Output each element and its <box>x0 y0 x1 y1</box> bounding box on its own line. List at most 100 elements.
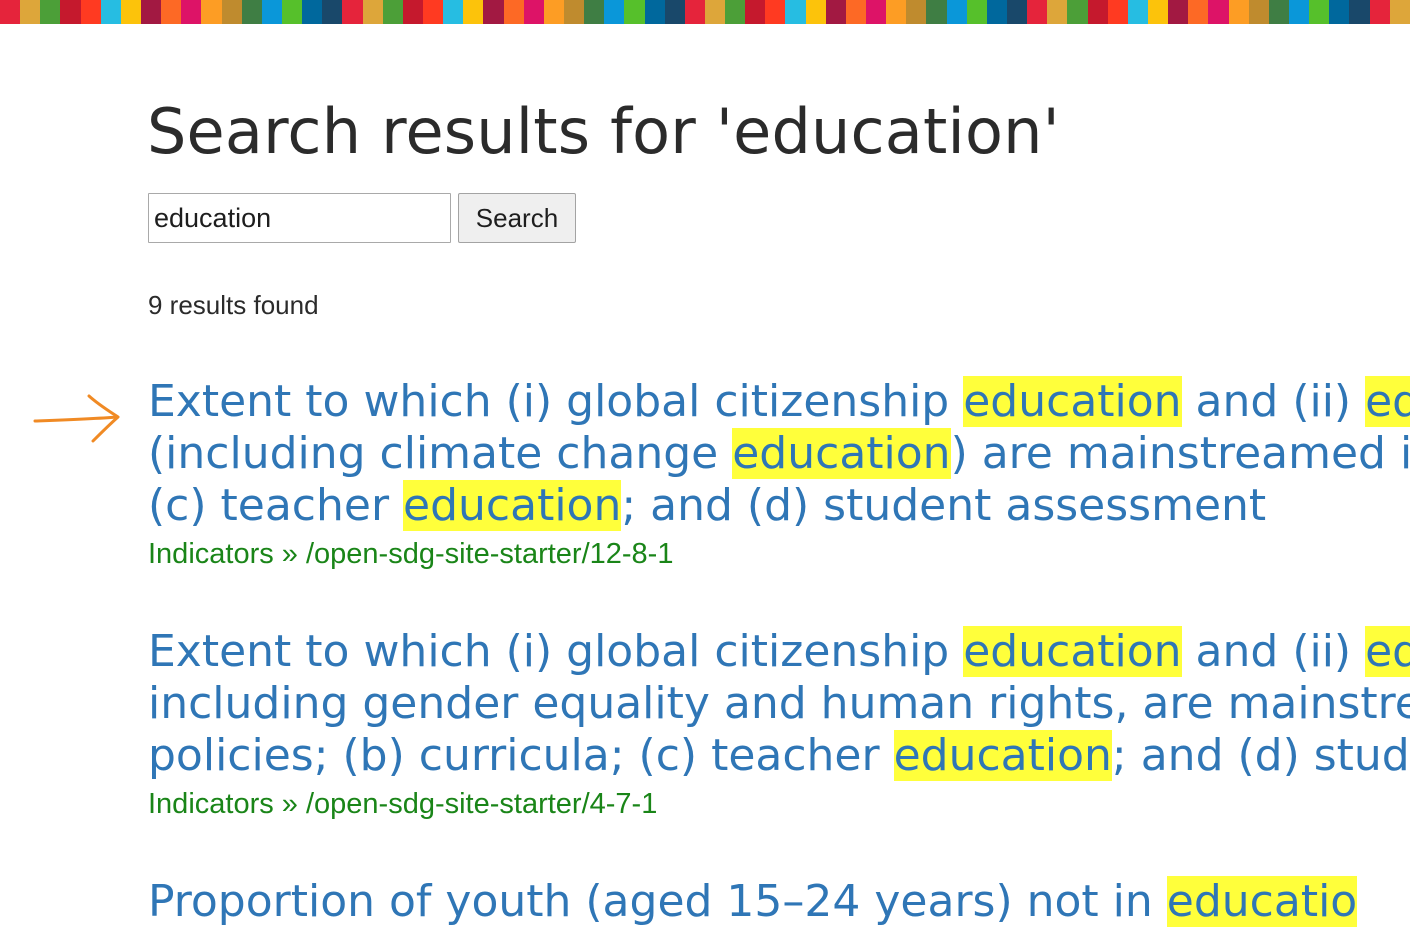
sdg-bar-segment <box>221 0 242 24</box>
sdg-bar-segment <box>1349 0 1370 24</box>
sdg-bar-segment <box>725 0 746 24</box>
sdg-bar-segment <box>1248 0 1269 24</box>
sdg-bar-segment <box>382 0 403 24</box>
sdg-bar-segment <box>463 0 484 24</box>
result-title-text: Proportion of youth (aged 15–24 years) n… <box>148 876 1167 927</box>
sdg-bar-segment <box>845 0 867 24</box>
sdg-bar-segment <box>946 0 967 24</box>
highlighted-match: education <box>963 376 1182 427</box>
result-title-line: (including climate change education) are… <box>148 428 1410 480</box>
sdg-bar-segment <box>704 0 726 24</box>
result-title-text: (including climate change <box>148 428 733 479</box>
search-result: Extent to which (i) global citizenship e… <box>148 376 1410 574</box>
search-result: Extent to which (i) global citizenship e… <box>148 626 1410 824</box>
sdg-bar-segment <box>1208 0 1229 24</box>
result-title-text: and (ii) <box>1181 626 1366 677</box>
sdg-bar-segment <box>100 0 121 24</box>
sdg-bar-segment <box>1329 0 1350 24</box>
sdg-bar-segment <box>1087 0 1108 24</box>
result-title-text: Extent to which (i) global citizenship <box>148 376 964 427</box>
sdg-bar-segment <box>966 0 987 24</box>
result-title-text: ; and (d) stude <box>1111 730 1410 781</box>
sdg-bar-segment <box>825 0 846 24</box>
result-title-text: and (ii) <box>1181 376 1366 427</box>
sdg-bar-segment <box>1389 0 1410 24</box>
result-title-line: Proportion of youth (aged 15–24 years) n… <box>148 876 1358 928</box>
sdg-bar-segment <box>543 0 564 24</box>
sdg-bar-segment <box>281 0 303 24</box>
sdg-bar-segment <box>20 0 41 24</box>
sdg-bar-segment <box>563 0 585 24</box>
result-title-text: ; and (d) student assessment <box>621 480 1267 531</box>
sdg-bar-segment <box>866 0 887 24</box>
sdg-bar-segment <box>503 0 524 24</box>
sdg-bar-segment <box>765 0 786 24</box>
sdg-bar-segment <box>120 0 141 24</box>
highlighted-match: educatio <box>1166 876 1358 927</box>
sdg-bar-segment <box>1369 0 1390 24</box>
sdg-bar-segment <box>624 0 645 24</box>
result-title-text: policies; (b) curricula; (c) teacher <box>148 730 894 781</box>
page-title: Search results for 'education' <box>147 95 1060 168</box>
sdg-bar-segment <box>1268 0 1289 24</box>
sdg-bar-segment <box>785 0 806 24</box>
sdg-bar-segment <box>1047 0 1068 24</box>
result-title-link[interactable]: Proportion of youth (aged 15–24 years) n… <box>148 876 1358 928</box>
sdg-bar-segment <box>745 0 766 24</box>
sdg-bar-segment <box>362 0 383 24</box>
highlighted-match: ed <box>1365 376 1410 427</box>
result-title-text: ) are mainstreamed i <box>950 428 1410 479</box>
result-title-line: including gender equality and human righ… <box>148 678 1410 730</box>
result-url: Indicators » /open-sdg-site-starter/12-8… <box>148 538 674 570</box>
sdg-bar-segment <box>1309 0 1330 24</box>
result-url: Indicators » /open-sdg-site-starter/4-7-… <box>148 788 658 820</box>
arrow-right-icon <box>33 394 120 443</box>
sdg-bar-segment <box>241 0 262 24</box>
sdg-bar-segment <box>664 0 685 24</box>
sdg-bar-segment <box>1007 0 1028 24</box>
sdg-bar-segment <box>906 0 927 24</box>
sdg-bar-segment <box>926 0 947 24</box>
sdg-bar-segment <box>986 0 1008 24</box>
sdg-bar-segment <box>604 0 625 24</box>
search-input[interactable] <box>148 193 451 243</box>
sdg-bar-segment <box>40 0 61 24</box>
sdg-bar-segment <box>1289 0 1310 24</box>
sdg-bar-segment <box>483 0 504 24</box>
sdg-bar-segment <box>1027 0 1048 24</box>
sdg-bar-segment <box>261 0 282 24</box>
highlighted-match: education <box>963 626 1182 677</box>
result-title-link[interactable]: Extent to which (i) global citizenship e… <box>148 376 1410 532</box>
sdg-bar-segment <box>1067 0 1088 24</box>
sdg-bar-segment <box>60 0 81 24</box>
sdg-bar-segment <box>805 0 826 24</box>
result-title-text: Extent to which (i) global citizenship <box>148 626 964 677</box>
sdg-bar-segment <box>1148 0 1169 24</box>
sdg-bar-segment <box>302 0 323 24</box>
highlighted-match: education <box>403 480 622 531</box>
sdg-bar-segment <box>644 0 665 24</box>
sdg-bar-segment <box>886 0 907 24</box>
sdg-bar-segment <box>0 0 21 24</box>
sdg-bar-segment <box>1188 0 1209 24</box>
sdg-bar-segment <box>181 0 202 24</box>
sdg-bar-segment <box>342 0 363 24</box>
sdg-bar-segment <box>201 0 222 24</box>
sdg-bar-segment <box>1228 0 1249 24</box>
sdg-color-bar <box>0 0 1410 24</box>
results-count: 9 results found <box>148 290 319 320</box>
sdg-bar-segment <box>1127 0 1149 24</box>
result-title-link[interactable]: Extent to which (i) global citizenship e… <box>148 626 1410 782</box>
search-result: Proportion of youth (aged 15–24 years) n… <box>148 876 1358 928</box>
search-button[interactable]: Search <box>458 193 576 243</box>
result-title-line: policies; (b) curricula; (c) teacher edu… <box>148 730 1410 782</box>
sdg-bar-segment <box>140 0 162 24</box>
result-title-line: (c) teacher education; and (d) student a… <box>148 480 1410 532</box>
sdg-bar-segment <box>1168 0 1189 24</box>
sdg-bar-segment <box>422 0 444 24</box>
result-title-line: Extent to which (i) global citizenship e… <box>148 626 1410 678</box>
sdg-bar-segment <box>584 0 605 24</box>
sdg-bar-segment <box>684 0 705 24</box>
sdg-bar-segment <box>523 0 544 24</box>
sdg-bar-segment <box>443 0 464 24</box>
